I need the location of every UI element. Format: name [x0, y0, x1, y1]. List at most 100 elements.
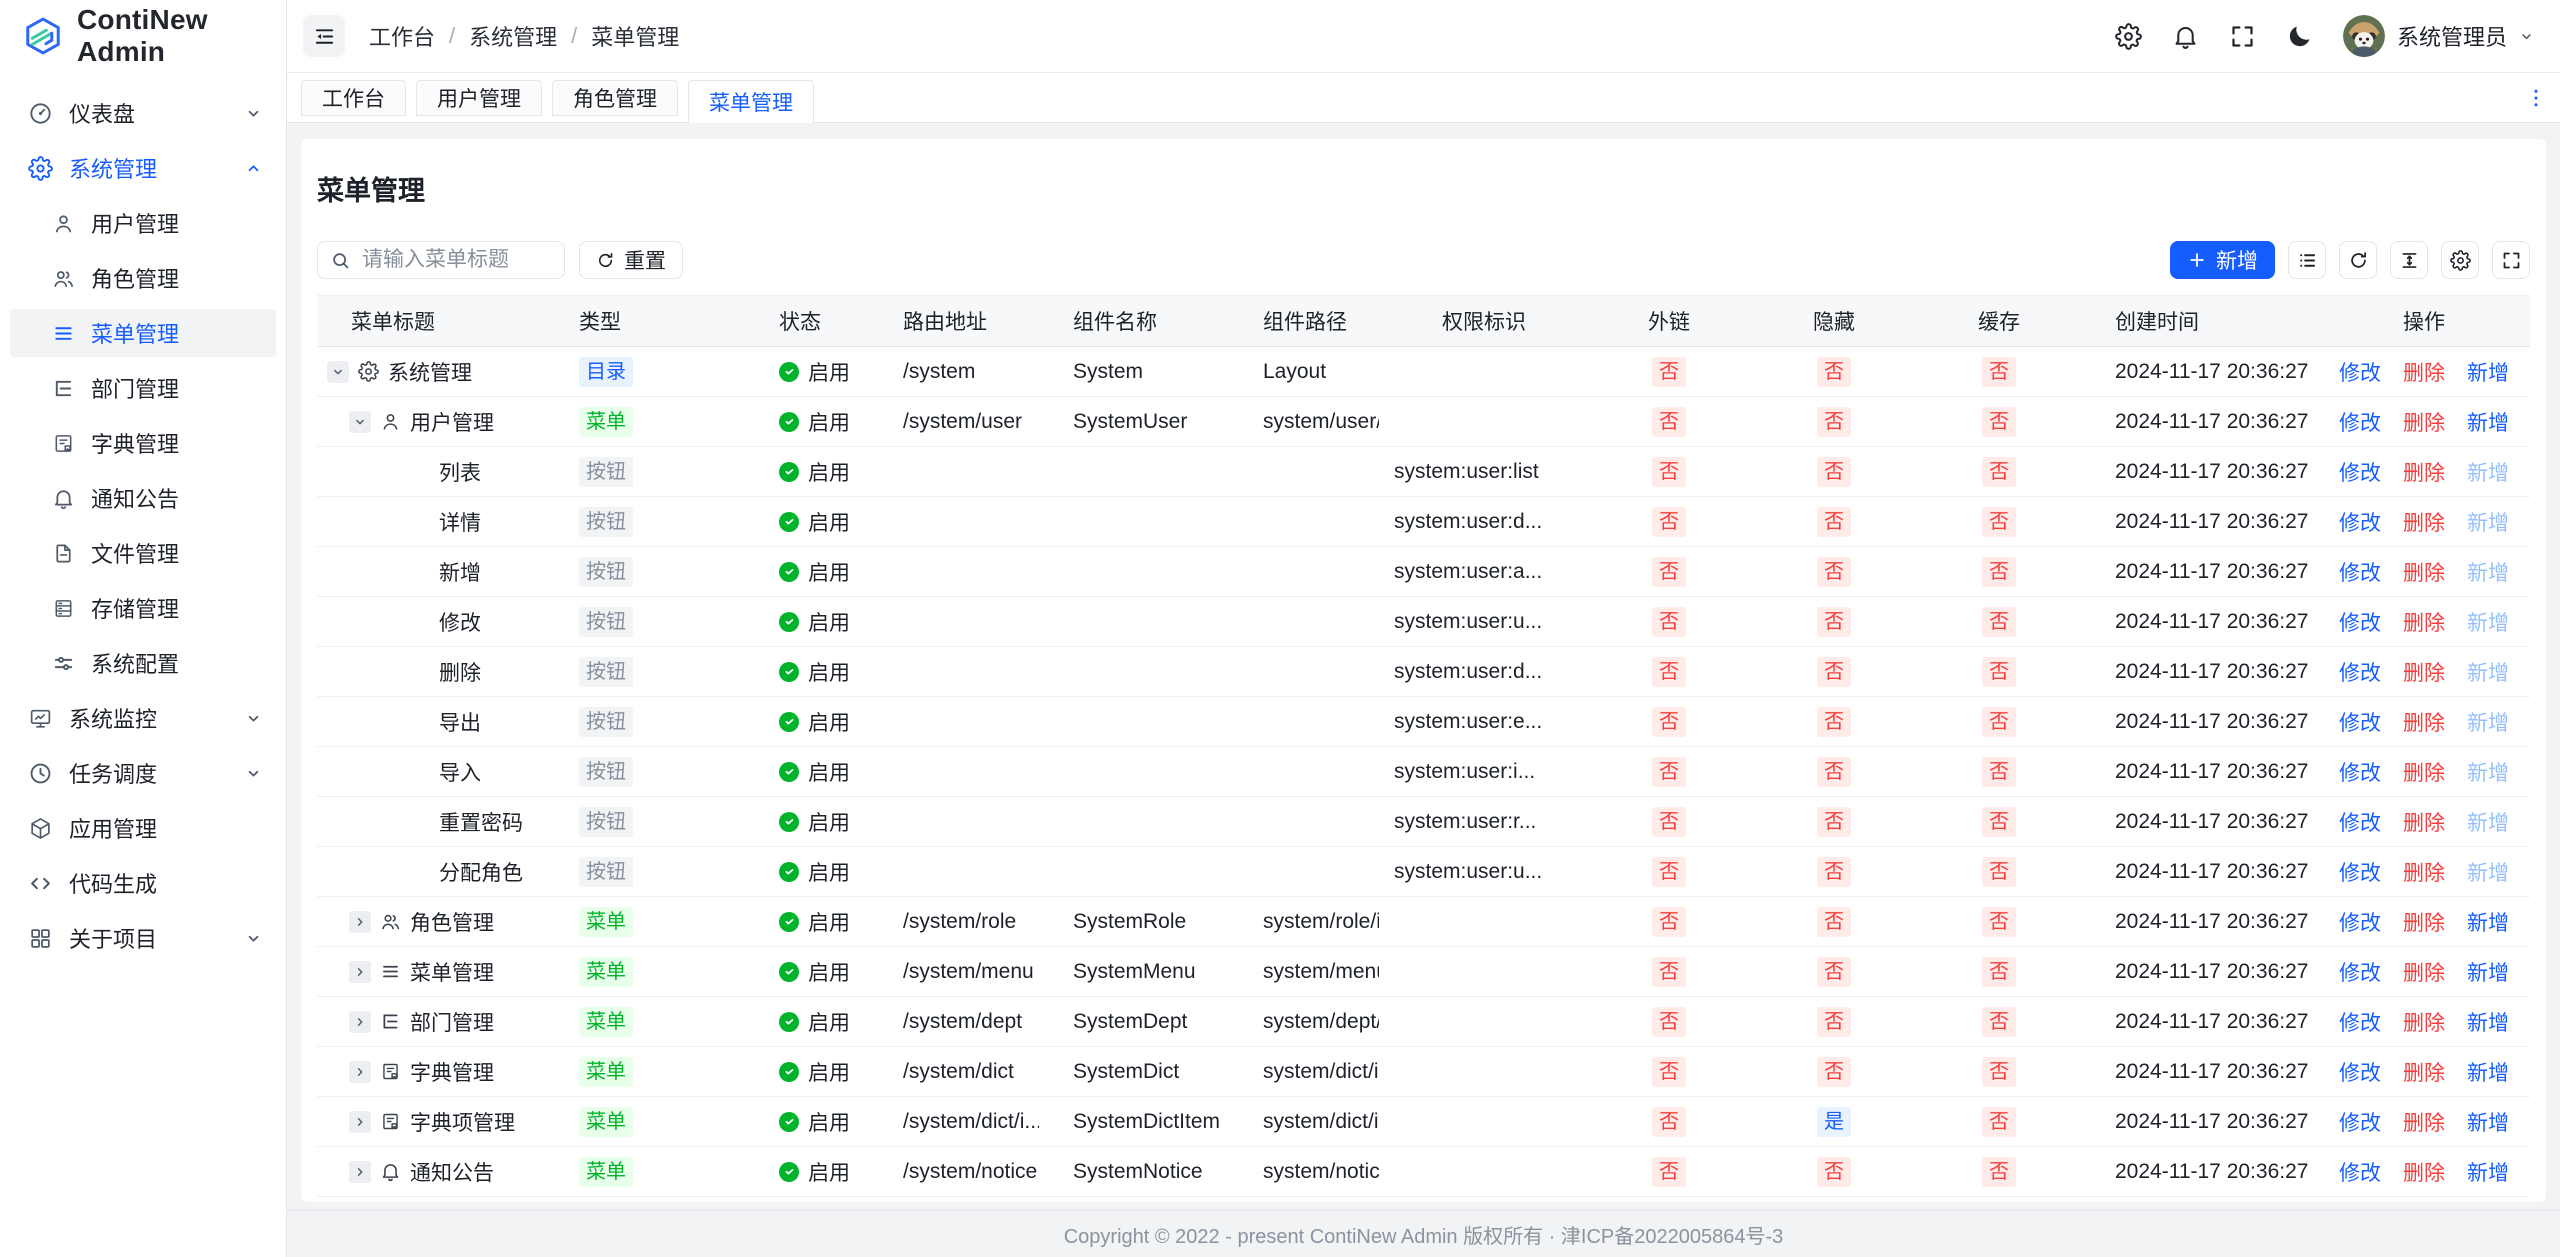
cell-external: 否	[1589, 1007, 1749, 1037]
tab-工作台[interactable]: 工作台	[301, 80, 406, 116]
cell-component-path: Layout	[1229, 360, 1379, 384]
moon-icon[interactable]	[2286, 23, 2313, 50]
delete-row-link[interactable]: 删除	[2403, 1107, 2445, 1137]
sidebar-item-通知公告[interactable]: 通知公告	[10, 474, 276, 522]
bool-tag: 否	[1982, 657, 2016, 687]
add-child-link[interactable]: 新增	[2467, 1157, 2509, 1187]
breadcrumb-item[interactable]: 系统管理	[469, 20, 557, 52]
edit-row-link[interactable]: 修改	[2339, 907, 2381, 937]
sidebar-item-存储管理[interactable]: 存储管理	[10, 584, 276, 632]
expand-row-button[interactable]	[349, 1161, 371, 1183]
sidebar-item-代码生成[interactable]: 代码生成	[10, 859, 276, 907]
sidebar-item-系统监控[interactable]: 系统监控	[10, 694, 276, 742]
edit-row-link[interactable]: 修改	[2339, 857, 2381, 887]
sidebar-item-部门管理[interactable]: 部门管理	[10, 364, 276, 412]
breadcrumb-item[interactable]: 菜单管理	[591, 20, 679, 52]
gear-icon[interactable]	[2115, 23, 2142, 50]
line-height-tool-button[interactable]	[2390, 241, 2428, 279]
sidebar-collapse-button[interactable]	[303, 15, 345, 57]
collapse-row-button[interactable]	[327, 361, 349, 383]
delete-row-link[interactable]: 删除	[2403, 1057, 2445, 1087]
edit-row-link[interactable]: 修改	[2339, 1157, 2381, 1187]
fullscreen-icon[interactable]	[2229, 23, 2256, 50]
sidebar: ContiNew Admin 仪表盘系统管理用户管理角色管理菜单管理部门管理字典…	[0, 0, 287, 1257]
delete-row-link[interactable]: 删除	[2403, 457, 2445, 487]
tab-菜单管理[interactable]: 菜单管理	[688, 80, 814, 123]
sidebar-item-用户管理[interactable]: 用户管理	[10, 199, 276, 247]
vertical-dots-icon[interactable]	[2524, 86, 2548, 110]
bell-icon[interactable]	[2172, 23, 2199, 50]
search-input[interactable]	[360, 247, 552, 273]
edit-row-link[interactable]: 修改	[2339, 457, 2381, 487]
edit-row-link[interactable]: 修改	[2339, 757, 2381, 787]
collapse-row-button[interactable]	[349, 411, 371, 433]
delete-row-link[interactable]: 删除	[2403, 657, 2445, 687]
add-child-link[interactable]: 新增	[2467, 907, 2509, 937]
tab-角色管理[interactable]: 角色管理	[552, 80, 678, 116]
delete-row-link[interactable]: 删除	[2403, 557, 2445, 587]
delete-row-link[interactable]: 删除	[2403, 857, 2445, 887]
avatar[interactable]	[2343, 15, 2385, 57]
delete-row-link[interactable]: 删除	[2403, 807, 2445, 837]
edit-row-link[interactable]: 修改	[2339, 1107, 2381, 1137]
cell-hidden: 否	[1749, 757, 1919, 787]
sidebar-item-角色管理[interactable]: 角色管理	[10, 254, 276, 302]
delete-row-link[interactable]: 删除	[2403, 707, 2445, 737]
expand-row-button[interactable]	[349, 911, 371, 933]
edit-row-link[interactable]: 修改	[2339, 1007, 2381, 1037]
edit-row-link[interactable]: 修改	[2339, 1057, 2381, 1087]
add-child-link[interactable]: 新增	[2467, 357, 2509, 387]
delete-row-link[interactable]: 删除	[2403, 757, 2445, 787]
edit-row-link[interactable]: 修改	[2339, 557, 2381, 587]
edit-row-link[interactable]: 修改	[2339, 957, 2381, 987]
expand-row-button[interactable]	[349, 961, 371, 983]
edit-row-link[interactable]: 修改	[2339, 807, 2381, 837]
list-tool-button[interactable]	[2288, 241, 2326, 279]
add-child-link[interactable]: 新增	[2467, 1057, 2509, 1087]
cell-type: 菜单	[579, 907, 729, 937]
edit-row-link[interactable]: 修改	[2339, 407, 2381, 437]
delete-row-link[interactable]: 删除	[2403, 1157, 2445, 1187]
expand-row-button[interactable]	[349, 1061, 371, 1083]
gear-tool-button[interactable]	[2441, 241, 2479, 279]
breadcrumb-item[interactable]: 工作台	[369, 20, 435, 52]
sidebar-item-系统配置[interactable]: 系统配置	[10, 639, 276, 687]
fullscreen-tool-button[interactable]	[2492, 241, 2530, 279]
delete-row-link[interactable]: 删除	[2403, 957, 2445, 987]
add-child-link[interactable]: 新增	[2467, 1007, 2509, 1037]
reset-button[interactable]: 重置	[579, 241, 683, 279]
edit-row-link[interactable]: 修改	[2339, 657, 2381, 687]
cell-cache: 否	[1919, 557, 2079, 587]
expand-row-button[interactable]	[349, 1011, 371, 1033]
cell-actions: 修改删除新增	[2319, 1057, 2529, 1087]
tab-用户管理[interactable]: 用户管理	[416, 80, 542, 116]
sidebar-item-系统管理[interactable]: 系统管理	[10, 144, 276, 192]
add-child-link[interactable]: 新增	[2467, 957, 2509, 987]
add-child-link[interactable]: 新增	[2467, 407, 2509, 437]
sidebar-item-关于项目[interactable]: 关于项目	[10, 914, 276, 962]
sidebar-item-应用管理[interactable]: 应用管理	[10, 804, 276, 852]
edit-row-link[interactable]: 修改	[2339, 357, 2381, 387]
delete-row-link[interactable]: 删除	[2403, 357, 2445, 387]
add-child-link[interactable]: 新增	[2467, 1107, 2509, 1137]
refresh-tool-button[interactable]	[2339, 241, 2377, 279]
delete-row-link[interactable]: 删除	[2403, 907, 2445, 937]
edit-row-link[interactable]: 修改	[2339, 607, 2381, 637]
user-menu[interactable]: 系统管理员	[2343, 15, 2534, 57]
sidebar-item-文件管理[interactable]: 文件管理	[10, 529, 276, 577]
sidebar-item-仪表盘[interactable]: 仪表盘	[10, 89, 276, 137]
delete-row-link[interactable]: 删除	[2403, 607, 2445, 637]
sidebar-item-菜单管理[interactable]: 菜单管理	[10, 309, 276, 357]
delete-row-link[interactable]: 删除	[2403, 507, 2445, 537]
status-text: 启用	[808, 907, 850, 937]
edit-row-link[interactable]: 修改	[2339, 707, 2381, 737]
edit-row-link[interactable]: 修改	[2339, 507, 2381, 537]
delete-row-link[interactable]: 删除	[2403, 1007, 2445, 1037]
cell-type: 菜单	[579, 957, 729, 987]
expand-row-button[interactable]	[349, 1111, 371, 1133]
add-button[interactable]: 新增	[2170, 241, 2275, 279]
sidebar-item-任务调度[interactable]: 任务调度	[10, 749, 276, 797]
sidebar-item-字典管理[interactable]: 字典管理	[10, 419, 276, 467]
sidebar-item-label: 通知公告	[91, 482, 262, 514]
delete-row-link[interactable]: 删除	[2403, 407, 2445, 437]
